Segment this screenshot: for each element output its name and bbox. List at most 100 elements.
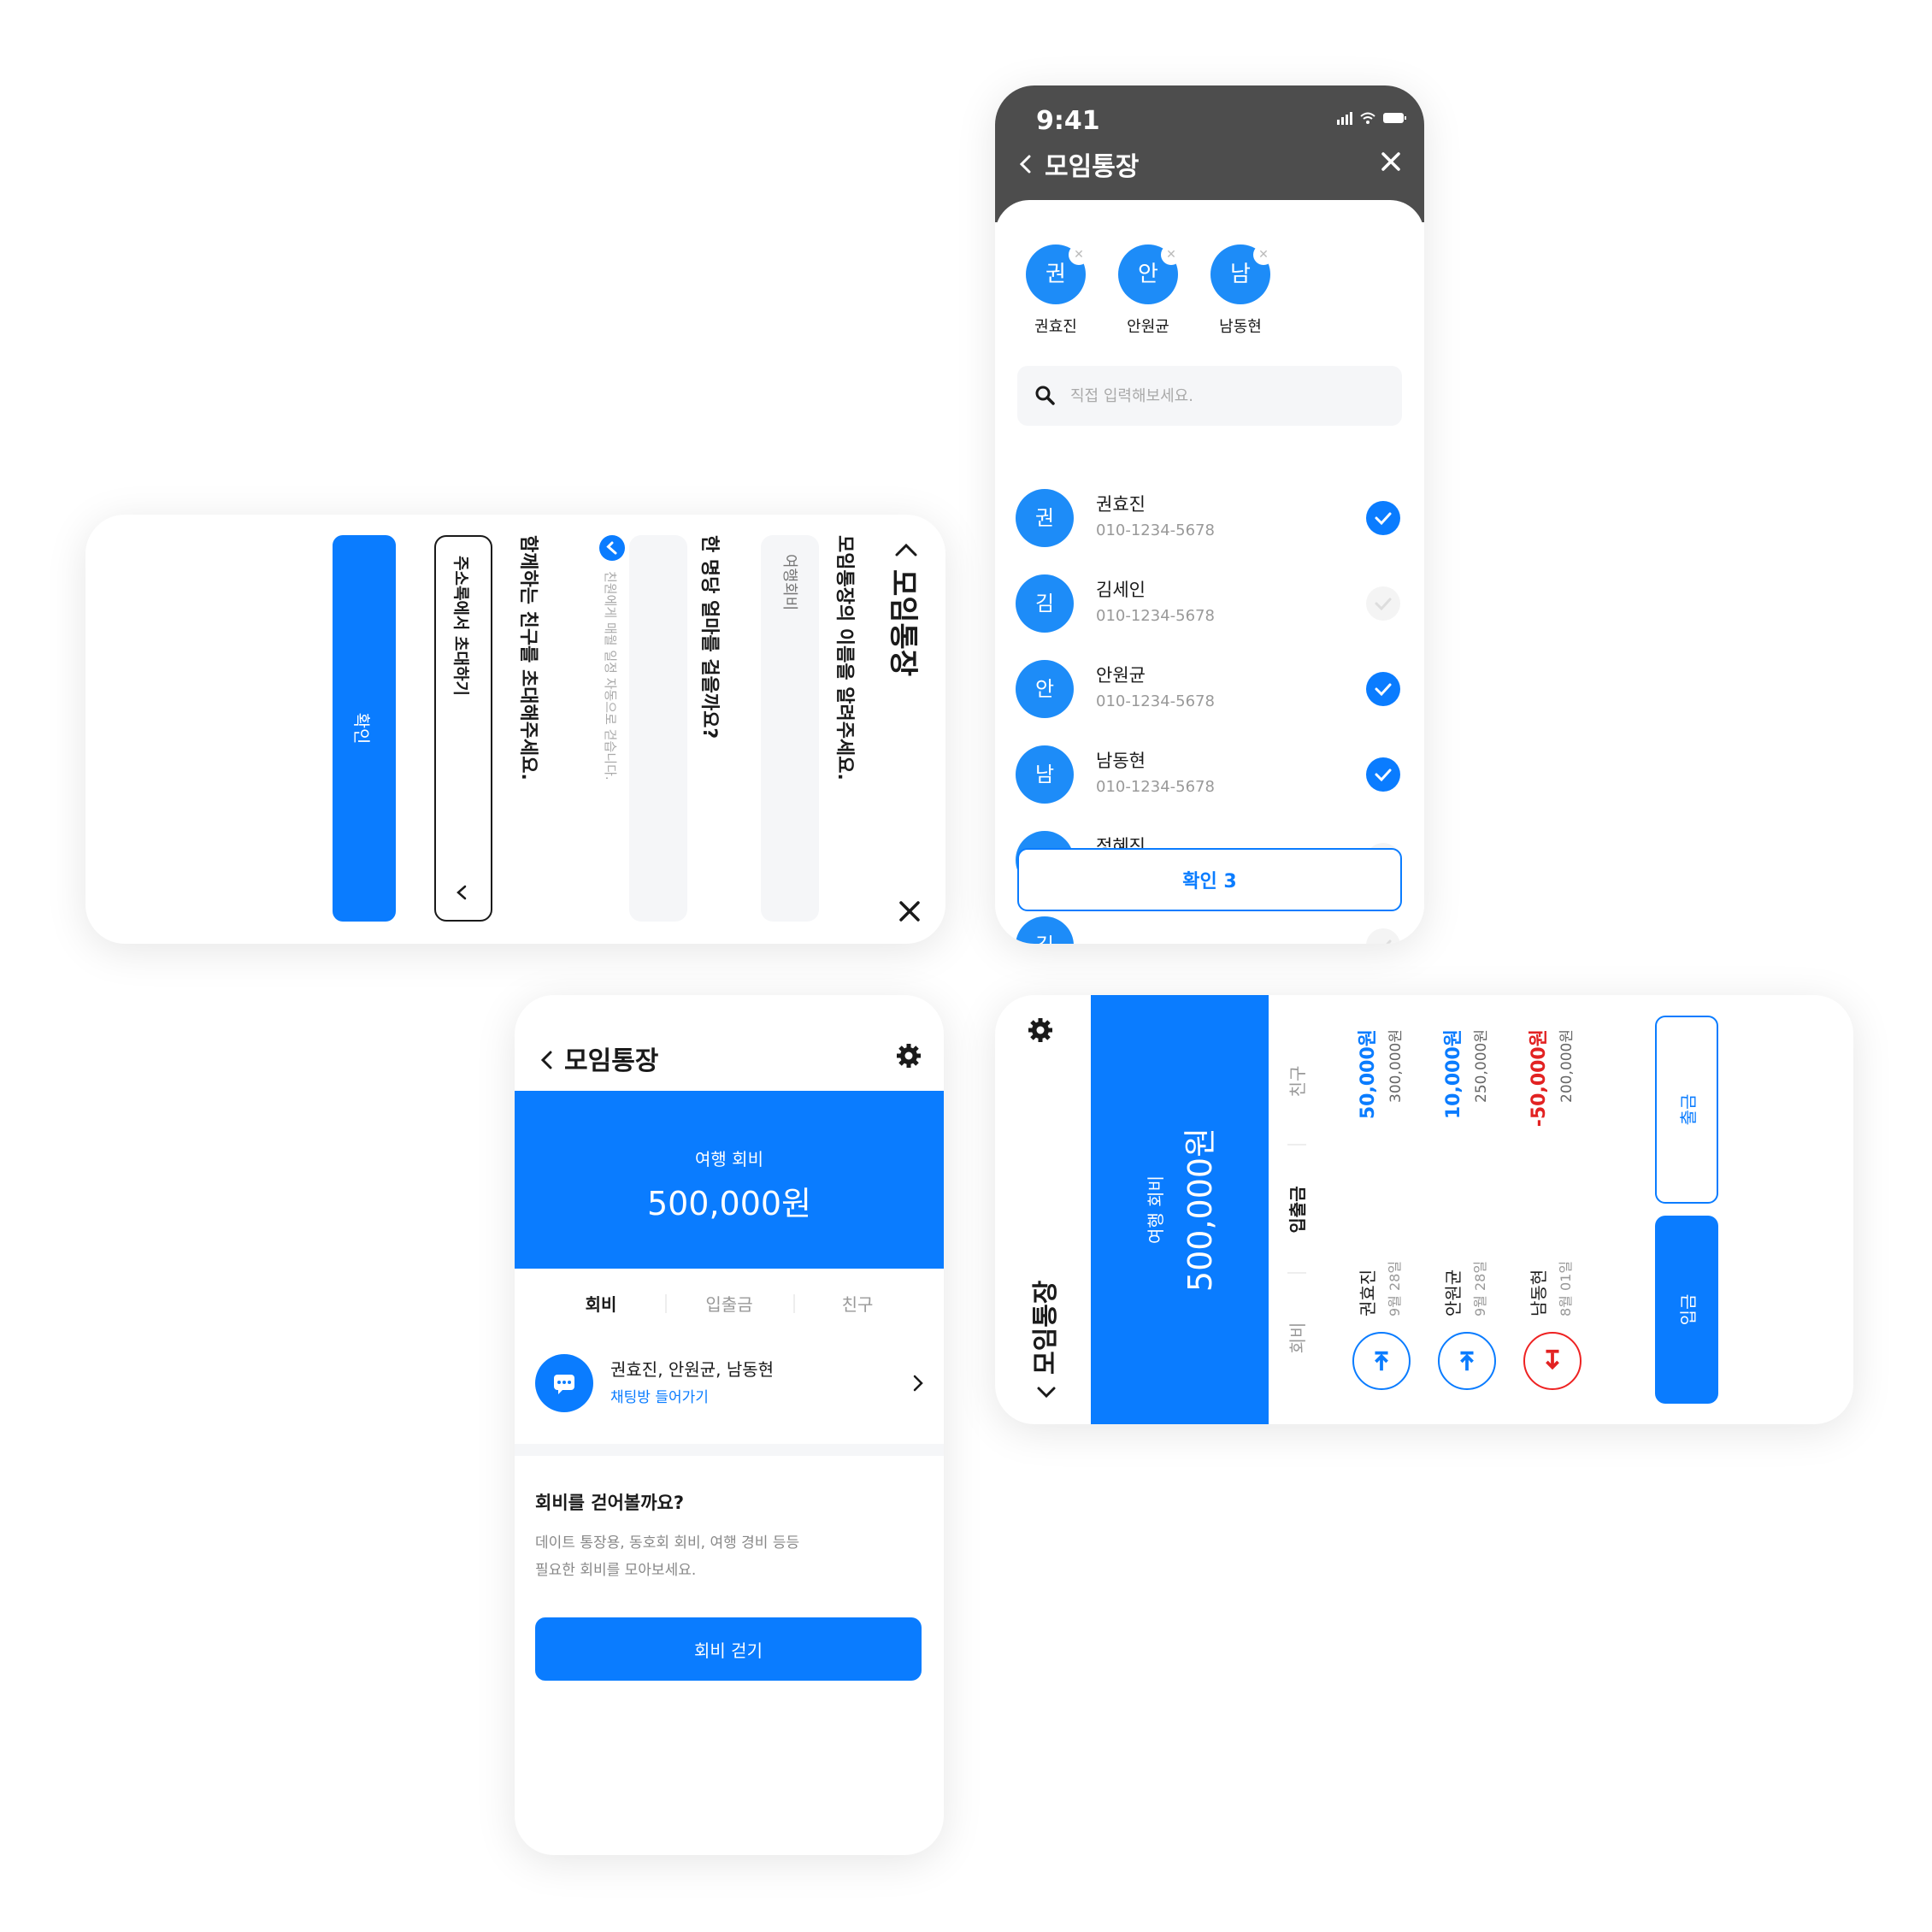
- chat-icon: [535, 1354, 593, 1412]
- deposit-icon: [1352, 1332, 1411, 1390]
- tab-fees[interactable]: 회비: [537, 1291, 665, 1316]
- settings-button[interactable]: [1026, 1016, 1055, 1045]
- chevron-right-icon: [913, 1375, 923, 1392]
- chip-name: 안원균: [1127, 318, 1169, 336]
- close-button[interactable]: [1376, 147, 1405, 176]
- check-icon: [1375, 683, 1392, 697]
- transaction-name: 권효진: [1358, 1269, 1378, 1316]
- transaction-name: 안원균: [1443, 1269, 1464, 1316]
- section-divider: [515, 1444, 944, 1456]
- balance-label: 여행 회비: [1146, 1175, 1166, 1244]
- check-icon: [1375, 769, 1392, 782]
- confirm-label: 확인: [351, 712, 370, 745]
- promo-description: 데이트 통장용, 동호회 회비, 여행 경비 등등: [535, 1534, 800, 1552]
- search-bar[interactable]: [1017, 366, 1402, 426]
- contact-row[interactable]: 김 김세인 010-1234-5678: [995, 561, 1424, 646]
- transaction-row[interactable]: 안원균 9월 28일 10,000원 250,000원: [1426, 995, 1511, 1424]
- back-button[interactable]: [887, 532, 925, 569]
- selected-chip[interactable]: 남 ✕ 남동현: [1202, 244, 1279, 337]
- close-button[interactable]: [892, 894, 927, 928]
- name-label: 모임통장의 이름을 알려주세요.: [833, 535, 855, 780]
- chat-members: 권효진, 안원균, 남동현: [610, 1359, 775, 1380]
- tab-transactions[interactable]: 입출금: [665, 1291, 793, 1316]
- amount-label: 한 명당 얼마를 걸을까요?: [698, 535, 720, 739]
- selected-chip[interactable]: 안 ✕ 안원균: [1110, 244, 1187, 337]
- page-title: 모임통장: [886, 569, 920, 677]
- name-input[interactable]: [761, 535, 819, 922]
- remove-chip-icon[interactable]: ✕: [1253, 244, 1274, 265]
- tab-fees[interactable]: 회비: [1284, 1274, 1309, 1402]
- balance-label: 여행 회비: [695, 1149, 763, 1169]
- invite-button-label: 주소록에서 초대하기: [451, 556, 470, 696]
- withdraw-button[interactable]: 출금: [1655, 1016, 1718, 1204]
- transaction-row[interactable]: 권효진 9월 28일 50,000원 300,000원: [1340, 995, 1426, 1424]
- contact-phone: 010-1234-5678: [1096, 521, 1215, 539]
- select-checkbox[interactable]: [1366, 501, 1400, 535]
- balance-amount: 500,000원: [646, 1185, 812, 1222]
- contact-name: 남동현: [1096, 751, 1146, 771]
- chatroom-row[interactable]: 권효진, 안원균, 남동현 채팅방 들어가기: [515, 1339, 944, 1428]
- chevron-left-icon: [540, 1051, 552, 1069]
- chevron-left-icon: [1019, 155, 1031, 174]
- transaction-date: 9월 28일: [1387, 1260, 1403, 1316]
- promo-title: 회비를 걷어볼까요?: [535, 1493, 685, 1513]
- chevron-left-icon: [1037, 1387, 1056, 1399]
- transaction-balance: 300,000원: [1387, 1029, 1405, 1103]
- transaction-amount: 50,000원: [1358, 1029, 1379, 1120]
- collect-fee-button[interactable]: 회비 걷기: [535, 1617, 922, 1681]
- amount-field[interactable]: [629, 535, 687, 922]
- status-time: 9:41: [1036, 106, 1100, 136]
- tab-bar: 회비 입출금 친구: [515, 1275, 944, 1330]
- close-icon: [1381, 152, 1400, 171]
- withdraw-icon: [1523, 1332, 1582, 1390]
- transaction-date: 9월 28일: [1472, 1260, 1488, 1316]
- select-checkbox[interactable]: [1366, 928, 1400, 944]
- select-checkbox[interactable]: [1366, 757, 1400, 792]
- select-checkbox[interactable]: [1366, 672, 1400, 706]
- transaction-date: 8월 01일: [1558, 1260, 1574, 1316]
- name-field[interactable]: [761, 535, 819, 922]
- invite-from-contacts-button[interactable]: 주소록에서 초대하기: [434, 535, 492, 922]
- check-icon: [1375, 598, 1392, 611]
- chevron-left-icon: [895, 543, 917, 557]
- contact-row[interactable]: 안 안원균 010-1234-5678: [995, 646, 1424, 732]
- transaction-balance: 200,000원: [1558, 1029, 1576, 1103]
- gear-icon: [897, 1044, 921, 1068]
- avatar: 권: [1016, 489, 1074, 547]
- contact-phone: 010-1234-5678: [1096, 607, 1215, 625]
- contact-name: 김세인: [1096, 580, 1146, 600]
- transaction-amount: -50,000원: [1529, 1029, 1550, 1128]
- contact-row[interactable]: 권 권효진 010-1234-5678: [995, 475, 1424, 561]
- settings-button[interactable]: [894, 1041, 923, 1070]
- tab-transactions[interactable]: 입출금: [1284, 1146, 1309, 1274]
- search-input[interactable]: [1070, 366, 1387, 426]
- page-title: 모임통장: [1031, 1280, 1061, 1375]
- status-icons: [1337, 112, 1406, 125]
- select-checkbox[interactable]: [1366, 586, 1400, 621]
- picker-sheet: 권 ✕ 권효진 안 ✕ 안원균 남 ✕ 남동현 권 권효진 010-1234-567…: [995, 200, 1424, 944]
- confirm-button[interactable]: 확인: [333, 535, 396, 922]
- auto-collect-checkbox[interactable]: [599, 535, 625, 561]
- close-icon: [899, 901, 920, 922]
- remove-chip-icon[interactable]: ✕: [1069, 244, 1089, 265]
- tab-bar: 회비 입출금 친구: [1269, 995, 1323, 1424]
- back-button[interactable]: [1010, 149, 1041, 180]
- transaction-amount: 10,000원: [1443, 1029, 1464, 1120]
- selected-chip[interactable]: 권 ✕ 권효진: [1017, 244, 1094, 337]
- chat-link[interactable]: 채팅방 들어가기: [610, 1385, 709, 1406]
- contact-phone: 010-1234-5678: [1096, 778, 1215, 796]
- tab-friends[interactable]: 친구: [1284, 1017, 1309, 1146]
- tab-friends[interactable]: 친구: [793, 1291, 922, 1316]
- avatar: 김: [1016, 916, 1074, 944]
- invite-label: 함께하는 친구를 초대해주세요.: [517, 535, 539, 780]
- avatar: 김: [1016, 574, 1074, 633]
- transaction-row[interactable]: 남동현 8월 01일 -50,000원 200,000원: [1511, 995, 1597, 1424]
- deposit-button[interactable]: 입금: [1655, 1216, 1718, 1404]
- back-button[interactable]: [1031, 1376, 1062, 1407]
- remove-chip-icon[interactable]: ✕: [1161, 244, 1181, 265]
- confirm-button[interactable]: 확인 3: [1017, 848, 1402, 911]
- back-button[interactable]: [532, 1045, 563, 1075]
- contact-phone: 010-1234-5678: [1096, 692, 1215, 710]
- contact-row[interactable]: 남 남동현 010-1234-5678: [995, 732, 1424, 817]
- contact-name: 권효진: [1096, 494, 1146, 515]
